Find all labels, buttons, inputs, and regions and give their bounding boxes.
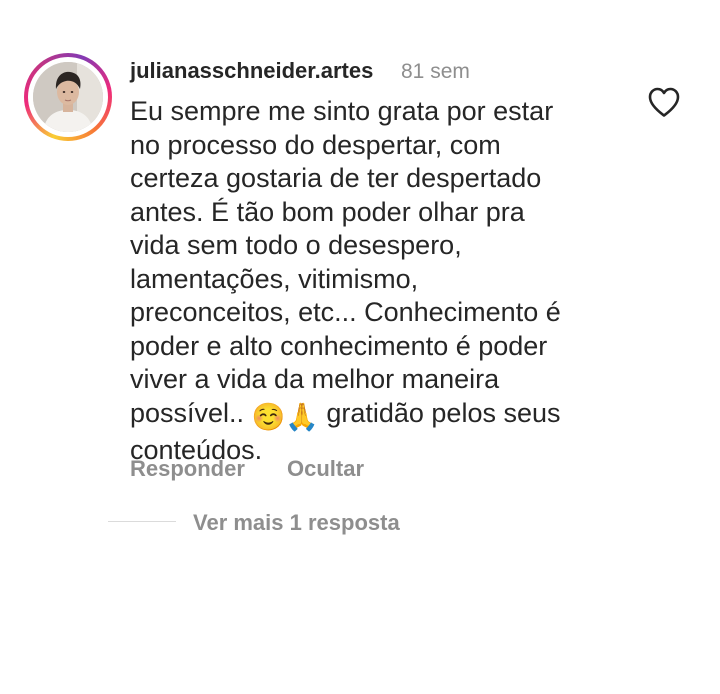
reply-button[interactable]: Responder: [130, 455, 245, 483]
comment-text-line: viver a vida da melhor maneira: [130, 364, 500, 394]
avatar-ring-gap: [28, 57, 108, 137]
comment-text-line: poder e alto conhecimento é poder: [130, 330, 548, 361]
view-more-replies-button[interactable]: Ver mais 1 resposta: [193, 509, 400, 537]
comment-text-line: no processo do despertar, com: [130, 129, 501, 160]
comment-text-line: vida sem todo o desespero,: [130, 230, 462, 260]
comment-item: julianasschneider.artes 81 sem Eu sempre…: [0, 0, 720, 694]
comment-username[interactable]: julianasschneider.artes: [130, 57, 373, 85]
comment-text-segment: possível..: [130, 397, 245, 428]
hide-button[interactable]: Ocultar: [287, 455, 364, 483]
comment-text-line: lamentações, vitimismo,: [130, 263, 419, 294]
heart-outline-icon[interactable]: [647, 86, 681, 118]
avatar-story-ring[interactable]: [24, 53, 112, 141]
folded-hands-emoji-icon: 🙏: [285, 401, 319, 432]
comment-text-line: certeza gostaria de ter despertado: [130, 163, 542, 193]
replies-divider: [108, 521, 176, 522]
comment-text-segment: gratidão pelos seus: [326, 397, 561, 428]
smiling-face-emoji-icon: ☺️: [251, 401, 286, 432]
comment-timestamp: 81 sem: [401, 60, 470, 83]
avatar-photo: [33, 62, 103, 132]
comment-text: Eu sempre me sinto grata por estar no pr…: [130, 95, 650, 468]
comment-text-line: preconceitos, etc... Conhecimento é: [130, 297, 561, 327]
avatar[interactable]: [33, 62, 103, 132]
comment-text-line: Eu sempre me sinto grata por estar: [130, 96, 554, 126]
comment-text-line-with-emoji: possível.. ☺️🙏 gratidão pelos seus: [130, 397, 650, 435]
comment-text-line: antes. É tão bom poder olhar pra: [130, 196, 525, 227]
